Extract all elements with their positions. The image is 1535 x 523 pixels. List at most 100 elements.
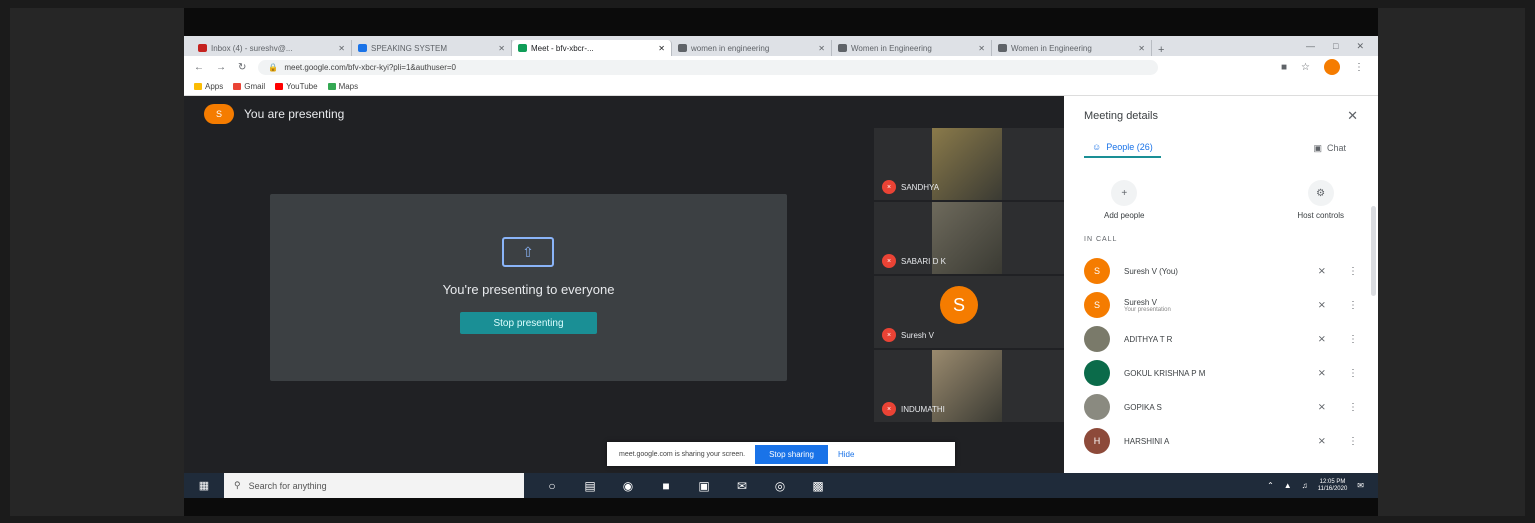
person-name: HARSHINI A	[1124, 437, 1264, 446]
new-tab-button[interactable]: +	[1152, 44, 1170, 56]
participant-tiles: × SANDHYA × SABARI D K S × Suresh V × INDUMATHI	[874, 128, 1064, 424]
add-people-button[interactable]: + Add people	[1104, 180, 1144, 220]
search-icon: ⚲	[234, 480, 241, 490]
participant-tile[interactable]: S × Suresh V	[874, 276, 1064, 348]
bookmark-item[interactable]: YouTube	[275, 82, 318, 91]
app-icon[interactable]: ▩	[810, 479, 826, 493]
tray-chevron-icon[interactable]: ⌃	[1267, 481, 1274, 490]
list-item[interactable]: ADITHYA T R ⨯ ⋮	[1084, 322, 1364, 356]
stop-sharing-button[interactable]: Stop sharing	[755, 444, 828, 464]
file-explorer-icon[interactable]: ■	[658, 479, 674, 493]
close-icon[interactable]: ✕	[1347, 108, 1358, 124]
mic-muted-icon[interactable]: ⨯	[1318, 368, 1326, 379]
store-icon[interactable]: ▣	[696, 479, 712, 493]
task-view-icon[interactable]: ▤	[582, 479, 598, 493]
tab-favicon-icon	[838, 44, 847, 52]
mic-muted-icon[interactable]: ⨯	[1318, 266, 1326, 277]
bookmark-item[interactable]: Maps	[327, 82, 358, 91]
close-tab-icon[interactable]: ✕	[498, 44, 505, 53]
forward-icon[interactable]: →	[216, 62, 226, 73]
add-people-label: Add people	[1104, 211, 1145, 220]
star-icon[interactable]: ☆	[1301, 62, 1310, 73]
person-name: Suresh V Your presentation	[1124, 298, 1264, 313]
browser-tab[interactable]: Women in Engineering ✕	[992, 40, 1152, 56]
tab-people[interactable]: ☺ People (26)	[1084, 138, 1161, 158]
bookmark-label: Gmail	[244, 82, 266, 91]
avatar	[1084, 394, 1110, 420]
camera-icon[interactable]: ■	[1281, 62, 1287, 73]
network-icon[interactable]: ▲	[1284, 481, 1292, 490]
participant-tile[interactable]: × SABARI D K	[874, 202, 1064, 274]
more-options-icon[interactable]: ⋮	[1348, 436, 1358, 447]
browser-tab[interactable]: Inbox (4) - sureshv@... ✕	[192, 40, 352, 56]
list-item[interactable]: H HARSHINI A ⨯ ⋮	[1084, 424, 1364, 458]
mic-muted-icon[interactable]: ⨯	[1318, 334, 1326, 345]
notifications-icon[interactable]: ✉	[1357, 481, 1364, 490]
minimize-icon[interactable]: —	[1306, 41, 1315, 51]
list-item[interactable]: GOPIKA S ⨯ ⋮	[1084, 390, 1364, 424]
stop-presenting-button[interactable]: Stop presenting	[460, 312, 597, 334]
edge-icon[interactable]: ◉	[620, 479, 636, 493]
bookmarks-bar: Apps Gmail YouTube Maps	[184, 78, 1378, 96]
hide-button[interactable]: Hide	[838, 450, 854, 459]
people-list: S Suresh V (You) ⨯ ⋮ S Suresh V Your presentat…	[1084, 254, 1364, 458]
top-bezel	[184, 8, 1378, 36]
list-item[interactable]: GOKUL KRISHNA P M ⨯ ⋮	[1084, 356, 1364, 390]
volume-icon[interactable]: ♫	[1302, 481, 1308, 490]
presenting-message: You're presenting to everyone	[442, 282, 615, 297]
host-controls-button[interactable]: ⚙ Host controls	[1297, 180, 1344, 220]
bookmark-icon	[327, 83, 336, 90]
bookmark-icon	[233, 83, 242, 90]
person-name-label: ADITHYA T R	[1124, 334, 1173, 344]
mic-muted-icon[interactable]: ⨯	[1318, 402, 1326, 413]
mic-muted-icon[interactable]: ⨯	[1318, 300, 1326, 311]
tile-name: × Suresh V	[882, 328, 934, 342]
mic-muted-icon[interactable]: ⨯	[1318, 436, 1326, 447]
meeting-details-panel: Meeting details ✕ ☺ People (26) ▣ Chat +…	[1064, 96, 1378, 473]
close-tab-icon[interactable]: ✕	[978, 44, 985, 53]
taskbar-apps: ○ ▤ ◉ ■ ▣ ✉ ◎ ▩	[544, 479, 826, 493]
more-options-icon[interactable]: ⋮	[1348, 368, 1358, 379]
browser-tab[interactable]: Meet - bfv-xbcr-... ✕	[512, 40, 672, 56]
participant-tile[interactable]: × INDUMATHI	[874, 350, 1064, 422]
list-item[interactable]: S Suresh V Your presentation ⨯ ⋮	[1084, 288, 1364, 322]
bookmark-item[interactable]: Apps	[194, 82, 223, 91]
windows-start-icon[interactable]: ▦	[184, 479, 224, 492]
browser-tab[interactable]: women in engineering ✕	[672, 40, 832, 56]
chrome-icon[interactable]: ◎	[772, 479, 788, 493]
menu-icon[interactable]: ⋮	[1354, 62, 1364, 73]
close-tab-icon[interactable]: ✕	[1138, 44, 1145, 53]
close-window-icon[interactable]: ✕	[1356, 41, 1364, 52]
url-input[interactable]: 🔒 meet.google.com/bfv-xbcr-kyi?pli=1&aut…	[258, 59, 1159, 75]
close-tab-icon[interactable]: ✕	[658, 44, 665, 53]
close-tab-icon[interactable]: ✕	[338, 44, 345, 53]
bookmark-icon	[194, 83, 202, 90]
more-options-icon[interactable]: ⋮	[1348, 300, 1358, 311]
browser-tab[interactable]: Women in Engineering ✕	[832, 40, 992, 56]
tab-chat[interactable]: ▣ Chat	[1305, 138, 1354, 158]
participant-tile[interactable]: × SANDHYA	[874, 128, 1064, 200]
tile-name-label: SANDHYA	[901, 182, 940, 192]
maximize-icon[interactable]: □	[1333, 41, 1338, 51]
close-tab-icon[interactable]: ✕	[818, 44, 825, 53]
panel-tabs: ☺ People (26) ▣ Chat	[1084, 138, 1354, 158]
more-options-icon[interactable]: ⋮	[1348, 334, 1358, 345]
more-options-icon[interactable]: ⋮	[1348, 266, 1358, 277]
mic-off-icon: ×	[882, 254, 896, 268]
back-icon[interactable]: ←	[194, 62, 204, 73]
mail-icon[interactable]: ✉	[734, 479, 750, 493]
taskbar-search[interactable]: ⚲ Search for anything	[224, 473, 524, 498]
clock[interactable]: 12:05 PM 11/16/2020	[1318, 479, 1348, 492]
list-item[interactable]: S Suresh V (You) ⨯ ⋮	[1084, 254, 1364, 288]
browser-tab[interactable]: SPEAKING SYSTEM ✕	[352, 40, 512, 56]
cortana-icon[interactable]: ○	[544, 479, 560, 493]
more-options-icon[interactable]: ⋮	[1348, 402, 1358, 413]
person-name-label: GOPIKA S	[1124, 402, 1162, 412]
profile-avatar[interactable]	[1324, 59, 1340, 75]
panel-scrollbar[interactable]	[1371, 206, 1376, 296]
bookmark-item[interactable]: Gmail	[233, 82, 265, 91]
reload-icon[interactable]: ↻	[238, 62, 246, 73]
add-person-icon: +	[1111, 180, 1138, 206]
avatar: S	[1084, 258, 1110, 284]
tile-name: × SABARI D K	[882, 254, 946, 268]
